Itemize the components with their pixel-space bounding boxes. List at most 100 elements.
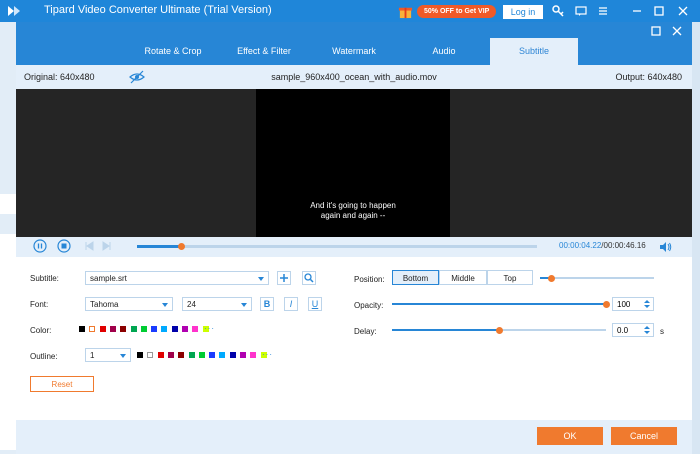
dialog-close-icon[interactable]: [670, 24, 684, 38]
bold-button[interactable]: B: [260, 297, 274, 311]
color-swatch[interactable]: [198, 352, 205, 358]
close-icon[interactable]: [676, 4, 690, 18]
opacity-stepper[interactable]: 100: [612, 297, 654, 311]
color-swatch[interactable]: [109, 326, 116, 332]
color-swatch[interactable]: [182, 326, 188, 332]
background-panel: [0, 22, 16, 454]
color-swatch[interactable]: [79, 326, 85, 332]
outline-width-value: 1: [90, 351, 95, 360]
position-middle-button[interactable]: Middle: [439, 270, 487, 285]
position-label: Position:: [354, 275, 385, 284]
delay-unit: s: [660, 327, 664, 336]
file-name: sample_960x400_ocean_with_audio.mov: [271, 72, 437, 82]
volume-icon[interactable]: [658, 240, 672, 254]
gift-icon: [398, 7, 413, 19]
feedback-icon[interactable]: [574, 4, 588, 18]
promo-banner[interactable]: 50% OFF to Get VIP: [398, 4, 497, 19]
playback-handle[interactable]: [177, 243, 185, 250]
color-swatch[interactable]: [157, 352, 164, 358]
opacity-slider[interactable]: [392, 301, 610, 308]
arrow-up-icon[interactable]: [644, 326, 650, 329]
ok-button[interactable]: OK: [537, 427, 603, 445]
delay-handle[interactable]: [495, 327, 503, 334]
app-logo-icon: [8, 6, 20, 16]
chevron-down-icon: [162, 303, 168, 307]
more-outline-colors-button[interactable]: ···: [262, 350, 273, 359]
chevron-down-icon: [241, 303, 247, 307]
add-subtitle-button[interactable]: [277, 271, 291, 285]
color-swatch[interactable]: [192, 326, 199, 332]
color-swatch[interactable]: [240, 352, 246, 358]
dialog-header: Rotate & Crop Effect & Filter Watermark …: [16, 22, 692, 65]
background-stripe: [0, 234, 16, 450]
menu-icon[interactable]: [596, 4, 610, 18]
output-resolution: Output: 640x480: [615, 72, 682, 82]
dialog-maximize-icon[interactable]: [649, 24, 663, 38]
color-swatch[interactable]: [147, 352, 154, 358]
video-frame: And it's going to happen again and again…: [256, 89, 450, 237]
color-swatch[interactable]: [120, 326, 127, 332]
color-swatch[interactable]: [137, 352, 143, 358]
key-icon[interactable]: [551, 4, 565, 18]
font-size-select[interactable]: 24: [182, 297, 252, 311]
background-stripe: [0, 194, 16, 214]
minimize-icon[interactable]: [630, 4, 644, 18]
color-swatch[interactable]: [188, 352, 195, 358]
delay-stepper[interactable]: 0.0: [612, 323, 654, 337]
color-swatch[interactable]: [89, 326, 96, 332]
arrow-down-icon[interactable]: [644, 331, 650, 334]
font-family-select[interactable]: Tahoma: [85, 297, 173, 311]
color-swatch[interactable]: [99, 326, 106, 332]
color-swatch[interactable]: [178, 352, 185, 358]
opacity-handle[interactable]: [602, 301, 610, 308]
app-title: Tipard Video Converter Ultimate (Trial V…: [44, 4, 272, 16]
color-swatch[interactable]: [219, 352, 226, 358]
login-button[interactable]: Log in: [503, 5, 543, 19]
tab-rotate-crop[interactable]: Rotate & Crop: [126, 38, 220, 65]
outline-width-select[interactable]: 1: [85, 348, 131, 362]
subtitle-label: Subtitle:: [30, 274, 59, 283]
search-subtitle-button[interactable]: [302, 271, 316, 285]
arrow-down-icon[interactable]: [644, 305, 650, 308]
cancel-button[interactable]: Cancel: [611, 427, 677, 445]
reset-button[interactable]: Reset: [30, 376, 94, 392]
previous-frame-icon[interactable]: [82, 239, 96, 253]
tab-subtitle[interactable]: Subtitle: [490, 38, 578, 65]
color-swatch[interactable]: [209, 352, 216, 358]
position-offset-handle[interactable]: [547, 275, 555, 282]
subtitle-select[interactable]: sample.srt: [85, 271, 269, 285]
delay-slider[interactable]: [392, 327, 606, 334]
italic-button[interactable]: I: [284, 297, 298, 311]
underline-button[interactable]: U: [308, 297, 322, 311]
arrow-up-icon[interactable]: [644, 300, 650, 303]
position-bottom-button[interactable]: Bottom: [392, 270, 439, 285]
total-duration: /00:00:46.16: [601, 241, 646, 250]
subtitle-value: sample.srt: [90, 274, 127, 283]
tab-audio[interactable]: Audio: [400, 38, 488, 65]
color-swatch[interactable]: [229, 352, 236, 358]
chevron-down-icon: [120, 354, 126, 358]
delay-label: Delay:: [354, 327, 377, 336]
tab-effect-filter[interactable]: Effect & Filter: [220, 38, 308, 65]
tab-watermark[interactable]: Watermark: [308, 38, 400, 65]
maximize-icon[interactable]: [652, 4, 666, 18]
position-offset-slider[interactable]: [540, 275, 654, 282]
color-swatch[interactable]: [140, 326, 147, 332]
color-swatch[interactable]: [250, 352, 257, 358]
delay-value: 0.0: [617, 326, 629, 335]
position-top-button[interactable]: Top: [487, 270, 533, 285]
pause-icon[interactable]: [33, 239, 47, 253]
subtitle-line: And it's going to happen: [310, 201, 396, 210]
stop-icon[interactable]: [57, 239, 71, 253]
color-swatch[interactable]: [130, 326, 137, 332]
color-swatch[interactable]: [161, 326, 168, 332]
opacity-fill: [392, 303, 606, 305]
more-colors-button[interactable]: ···: [204, 324, 215, 333]
playback-progress[interactable]: [137, 243, 537, 250]
next-frame-icon[interactable]: [100, 239, 114, 253]
color-swatch[interactable]: [171, 326, 178, 332]
color-swatch[interactable]: [167, 352, 174, 358]
opacity-value: 100: [617, 300, 631, 309]
color-swatch[interactable]: [151, 326, 158, 332]
subtitle-line: again and again --: [320, 211, 386, 220]
